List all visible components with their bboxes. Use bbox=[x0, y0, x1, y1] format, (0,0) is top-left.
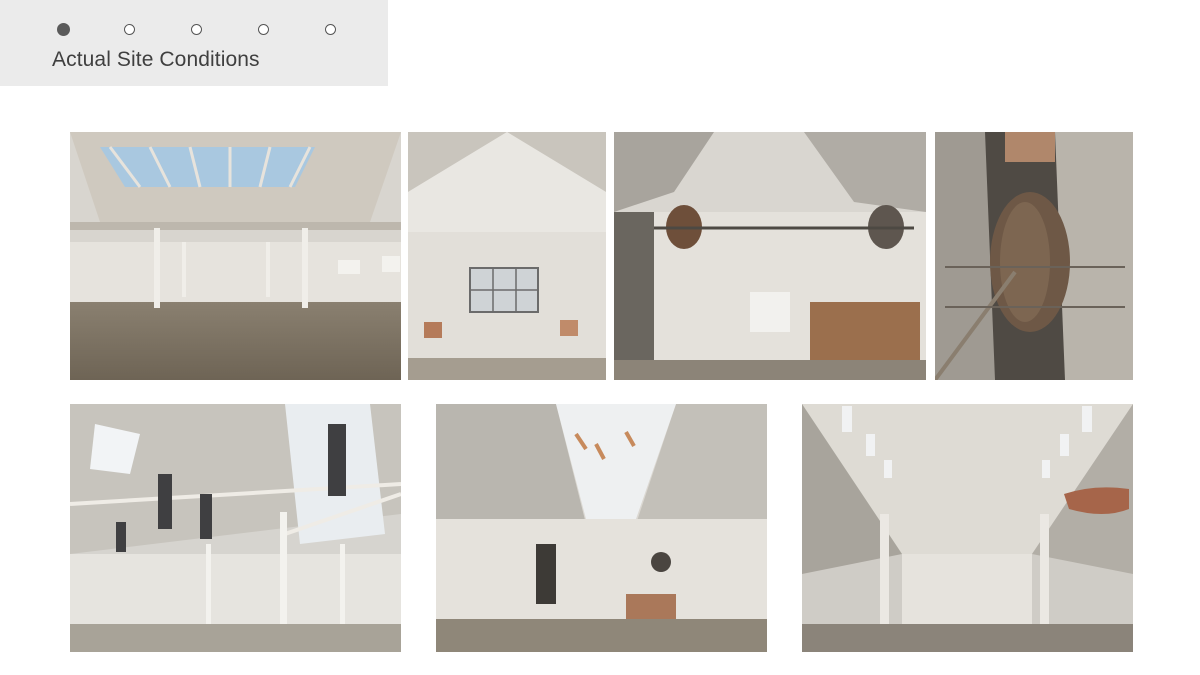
page-title: Actual Site Conditions bbox=[52, 48, 260, 71]
pager-dot-2[interactable] bbox=[124, 24, 135, 35]
site-photo-warehouse-hall[interactable] bbox=[70, 132, 401, 380]
site-photo-skylight-hall[interactable] bbox=[436, 404, 767, 652]
site-photo-long-hall[interactable] bbox=[802, 404, 1133, 652]
site-photo-wheel-shaft[interactable] bbox=[935, 132, 1133, 380]
site-photo-gable-wall[interactable] bbox=[408, 132, 606, 380]
site-photo-ducts-hall[interactable] bbox=[70, 404, 401, 652]
pager-dot-1[interactable] bbox=[57, 23, 70, 36]
pager-dot-4[interactable] bbox=[258, 24, 269, 35]
pager-dot-5[interactable] bbox=[325, 24, 336, 35]
site-photo-fans-wall[interactable] bbox=[614, 132, 926, 380]
pager-dot-3[interactable] bbox=[191, 24, 202, 35]
header-panel: Actual Site Conditions bbox=[0, 0, 388, 86]
